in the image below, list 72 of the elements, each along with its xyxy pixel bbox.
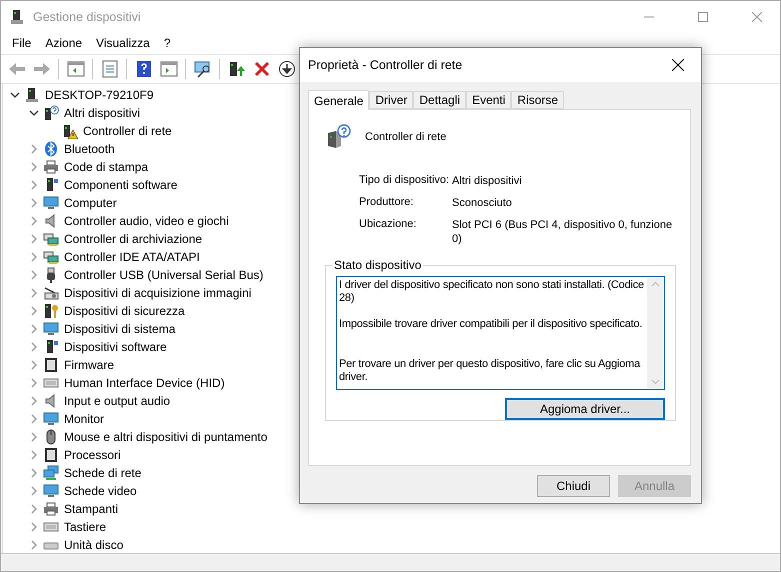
tree-item[interactable]: Altri dispositivi [64, 106, 140, 120]
property-value: Sconosciuto [452, 196, 513, 210]
property-label: Tipo di dispositivo: [359, 174, 450, 188]
close-icon [752, 12, 762, 22]
property-label: Ubicazione: [359, 218, 418, 232]
monitor-icon [43, 321, 59, 337]
tree-item[interactable]: Controller di rete [83, 124, 172, 138]
tree-item[interactable]: Firmware [64, 358, 114, 372]
property-label: Produttore: [359, 196, 414, 210]
app-icon [9, 8, 25, 24]
expansion-card-icon [43, 249, 59, 265]
tab[interactable]: Eventi [466, 91, 512, 109]
chip-icon [43, 447, 59, 463]
tree-item[interactable]: Controller audio, video e giochi [64, 214, 229, 228]
unknown-device-icon [325, 124, 351, 150]
menu-item[interactable]: File [5, 34, 38, 52]
tree-item[interactable]: Human Interface Device (HID) [64, 376, 225, 390]
tree-item[interactable]: Dispositivi di acquisizione immagini [64, 286, 252, 300]
menu-item[interactable]: Visualizza [89, 34, 157, 52]
tree-item[interactable]: Dispositivi di sistema [64, 322, 176, 336]
device-warning-icon [62, 123, 78, 139]
property-value: Slot PCI 6 (Bus PCI 4, dispositivo 0, funzione 0) [452, 218, 674, 246]
unknown-device-icon [43, 105, 59, 121]
tree-item[interactable]: Unità disco [64, 538, 124, 552]
tree-item[interactable]: Mouse e altri dispositivi di puntamento [64, 430, 268, 444]
printer-icon [43, 159, 59, 175]
menu-item[interactable]: ? [156, 34, 178, 52]
tree-item[interactable]: Schede video [64, 484, 137, 498]
maximize-icon [698, 12, 708, 22]
tab[interactable]: Dettagli [413, 91, 466, 109]
tree-item[interactable]: Processori [64, 448, 121, 462]
computer-tower-icon [24, 87, 40, 103]
group-label: Stato dispositivo [333, 258, 422, 272]
tree-item[interactable]: Controller IDE ATA/ATAPI [64, 250, 200, 264]
monitor-icon [43, 483, 59, 499]
tree-item[interactable]: Controller USB (Universal Serial Bus) [64, 268, 264, 282]
property-value: Altri dispositivi [452, 174, 523, 188]
window-title: Gestione dispositivi [33, 10, 142, 24]
network-icon [43, 465, 59, 481]
tree-item[interactable]: Dispositivi di sicurezza [64, 304, 185, 318]
tree-item[interactable]: Monitor [64, 412, 104, 426]
tree-item[interactable]: Schede di rete [64, 466, 142, 480]
scroll-up-icon[interactable] [651, 281, 660, 287]
menu-item[interactable]: Azione [38, 34, 90, 52]
tree-item[interactable]: Code di stampa [64, 160, 148, 174]
bluetooth-icon [43, 141, 59, 157]
expansion-card-icon [43, 231, 59, 247]
tree-item[interactable]: Tastiere [64, 520, 106, 534]
tree-item[interactable]: Componenti software [64, 178, 178, 192]
chip-icon [43, 357, 59, 373]
scroll-down-icon[interactable] [651, 379, 660, 385]
tab[interactable]: Risorse [511, 91, 564, 109]
monitor-icon [43, 411, 59, 427]
device-name: Controller di rete [365, 131, 446, 143]
update-driver-button[interactable]: Aggioma driver... [505, 398, 665, 420]
tree-item[interactable]: Stampanti [64, 502, 118, 516]
tree-item[interactable]: Bluetooth [64, 142, 115, 156]
close-icon [672, 59, 684, 71]
monitor-icon [43, 195, 59, 211]
tree-item[interactable]: Computer [64, 196, 117, 210]
tree-item[interactable]: DESKTOP-79210F9 [45, 88, 154, 102]
dialog-title: Proprietà - Controller di rete [308, 58, 464, 72]
tree-item[interactable]: Controller di archiviazione [64, 232, 202, 246]
tab[interactable]: Generale [308, 90, 370, 110]
printer-icon [43, 501, 59, 517]
tree-item[interactable]: Input e output audio [64, 394, 170, 408]
dialog-button[interactable]: Chiudi [537, 475, 610, 497]
status-text-field[interactable]: I driver del dispositivo specificato non sono stati installati. (Codice 28) Impossibile trovare driver compatibili per il dispositivo specificato. Per trovare un driver per questo dispositivo, fare clic su Aggioma driver. [336, 276, 665, 390]
tab[interactable]: Driver [369, 91, 414, 109]
tree-item[interactable]: Dispositivi software [64, 340, 167, 354]
device-key-icon [43, 303, 59, 319]
scanner-icon [43, 285, 59, 301]
